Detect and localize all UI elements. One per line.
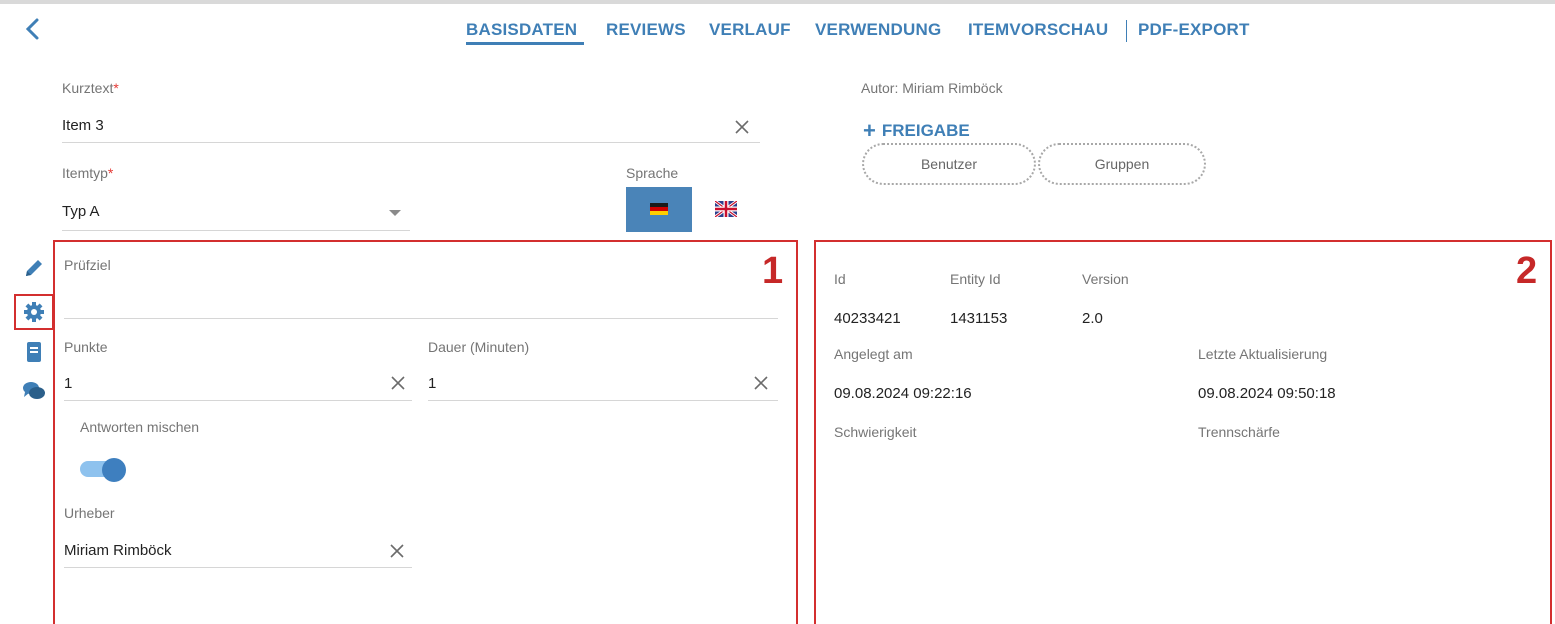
dauer-input[interactable]: 1 (428, 375, 436, 392)
entity-id-label: Entity Id (950, 271, 1001, 287)
pruefziel-label: Prüfziel (64, 257, 111, 273)
itemtyp-underline (62, 230, 410, 231)
gear-icon[interactable] (22, 300, 46, 324)
freigabe-button[interactable]: + FREIGABE (863, 116, 970, 143)
pruefziel-input[interactable] (64, 294, 774, 314)
kurztext-label: Kurztext* (62, 80, 119, 96)
clear-punkte-icon[interactable] (390, 375, 406, 391)
active-tab-indicator (466, 42, 584, 45)
dauer-label: Dauer (Minuten) (428, 339, 530, 355)
tab-separator (1126, 20, 1127, 42)
clear-urheber-icon[interactable] (389, 543, 405, 559)
language-de-button[interactable] (626, 187, 692, 232)
german-flag-icon (650, 203, 668, 215)
pencil-icon[interactable] (22, 256, 46, 280)
antworten-mischen-label: Antworten mischen (80, 419, 200, 435)
itemtyp-label: Itemtyp* (62, 165, 114, 181)
chevron-down-icon[interactable] (389, 210, 401, 216)
uk-flag-icon[interactable] (714, 199, 738, 219)
id-value: 40233421 (834, 310, 901, 327)
urheber-input[interactable]: Miriam Rimböck (64, 542, 172, 559)
id-label: Id (834, 271, 846, 287)
author-text: Autor: Miriam Rimböck (861, 80, 1003, 96)
punkte-underline (64, 400, 412, 401)
antworten-mischen-toggle[interactable] (80, 458, 126, 482)
angelegt-label: Angelegt am (834, 346, 913, 362)
clear-dauer-icon[interactable] (753, 375, 769, 391)
kurztext-input[interactable]: Item 3 (62, 117, 104, 134)
pruefziel-underline (64, 318, 778, 319)
dauer-underline (428, 400, 778, 401)
version-label: Version (1082, 271, 1129, 287)
trennschaerfe-label: Trennschärfe (1198, 424, 1280, 440)
kurztext-underline (62, 142, 760, 143)
tab-pdf-export[interactable]: PDF-EXPORT (1138, 20, 1250, 40)
punkte-input[interactable]: 1 (64, 375, 72, 392)
entity-id-value: 1431153 (950, 310, 1008, 327)
panel-2-number: 2 (1516, 250, 1538, 292)
tab-verwendung[interactable]: VERWENDUNG (815, 20, 941, 40)
tab-reviews[interactable]: REVIEWS (606, 20, 686, 40)
toggle-knob (102, 458, 126, 482)
gruppen-chip[interactable]: Gruppen (1038, 143, 1206, 185)
urheber-underline (64, 567, 412, 568)
tab-verlauf[interactable]: VERLAUF (709, 20, 791, 40)
clear-kurztext-icon[interactable] (734, 119, 750, 135)
punkte-label: Punkte (64, 339, 108, 355)
urheber-label: Urheber (64, 505, 115, 521)
comments-icon[interactable] (22, 378, 46, 402)
panel-2-highlight (814, 240, 1552, 624)
plus-icon: + (863, 118, 876, 143)
sprache-label: Sprache (626, 165, 679, 181)
tab-bar: BASISDATEN REVIEWS VERLAUF VERWENDUNG IT… (0, 20, 1555, 44)
itemtyp-select[interactable]: Typ A (62, 203, 100, 220)
aktualisierung-label: Letzte Aktualisierung (1198, 346, 1328, 362)
tab-itemvorschau[interactable]: ITEMVORSCHAU (968, 20, 1108, 40)
book-icon[interactable] (22, 340, 46, 364)
angelegt-value: 09.08.2024 09:22:16 (834, 385, 972, 402)
aktualisierung-value: 09.08.2024 09:50:18 (1198, 385, 1336, 402)
schwierigkeit-label: Schwierigkeit (834, 424, 917, 440)
version-value: 2.0 (1082, 310, 1103, 327)
benutzer-chip[interactable]: Benutzer (862, 143, 1036, 185)
top-divider (0, 0, 1555, 4)
tab-basisdaten[interactable]: BASISDATEN (466, 20, 577, 40)
panel-1-number: 1 (762, 250, 784, 292)
